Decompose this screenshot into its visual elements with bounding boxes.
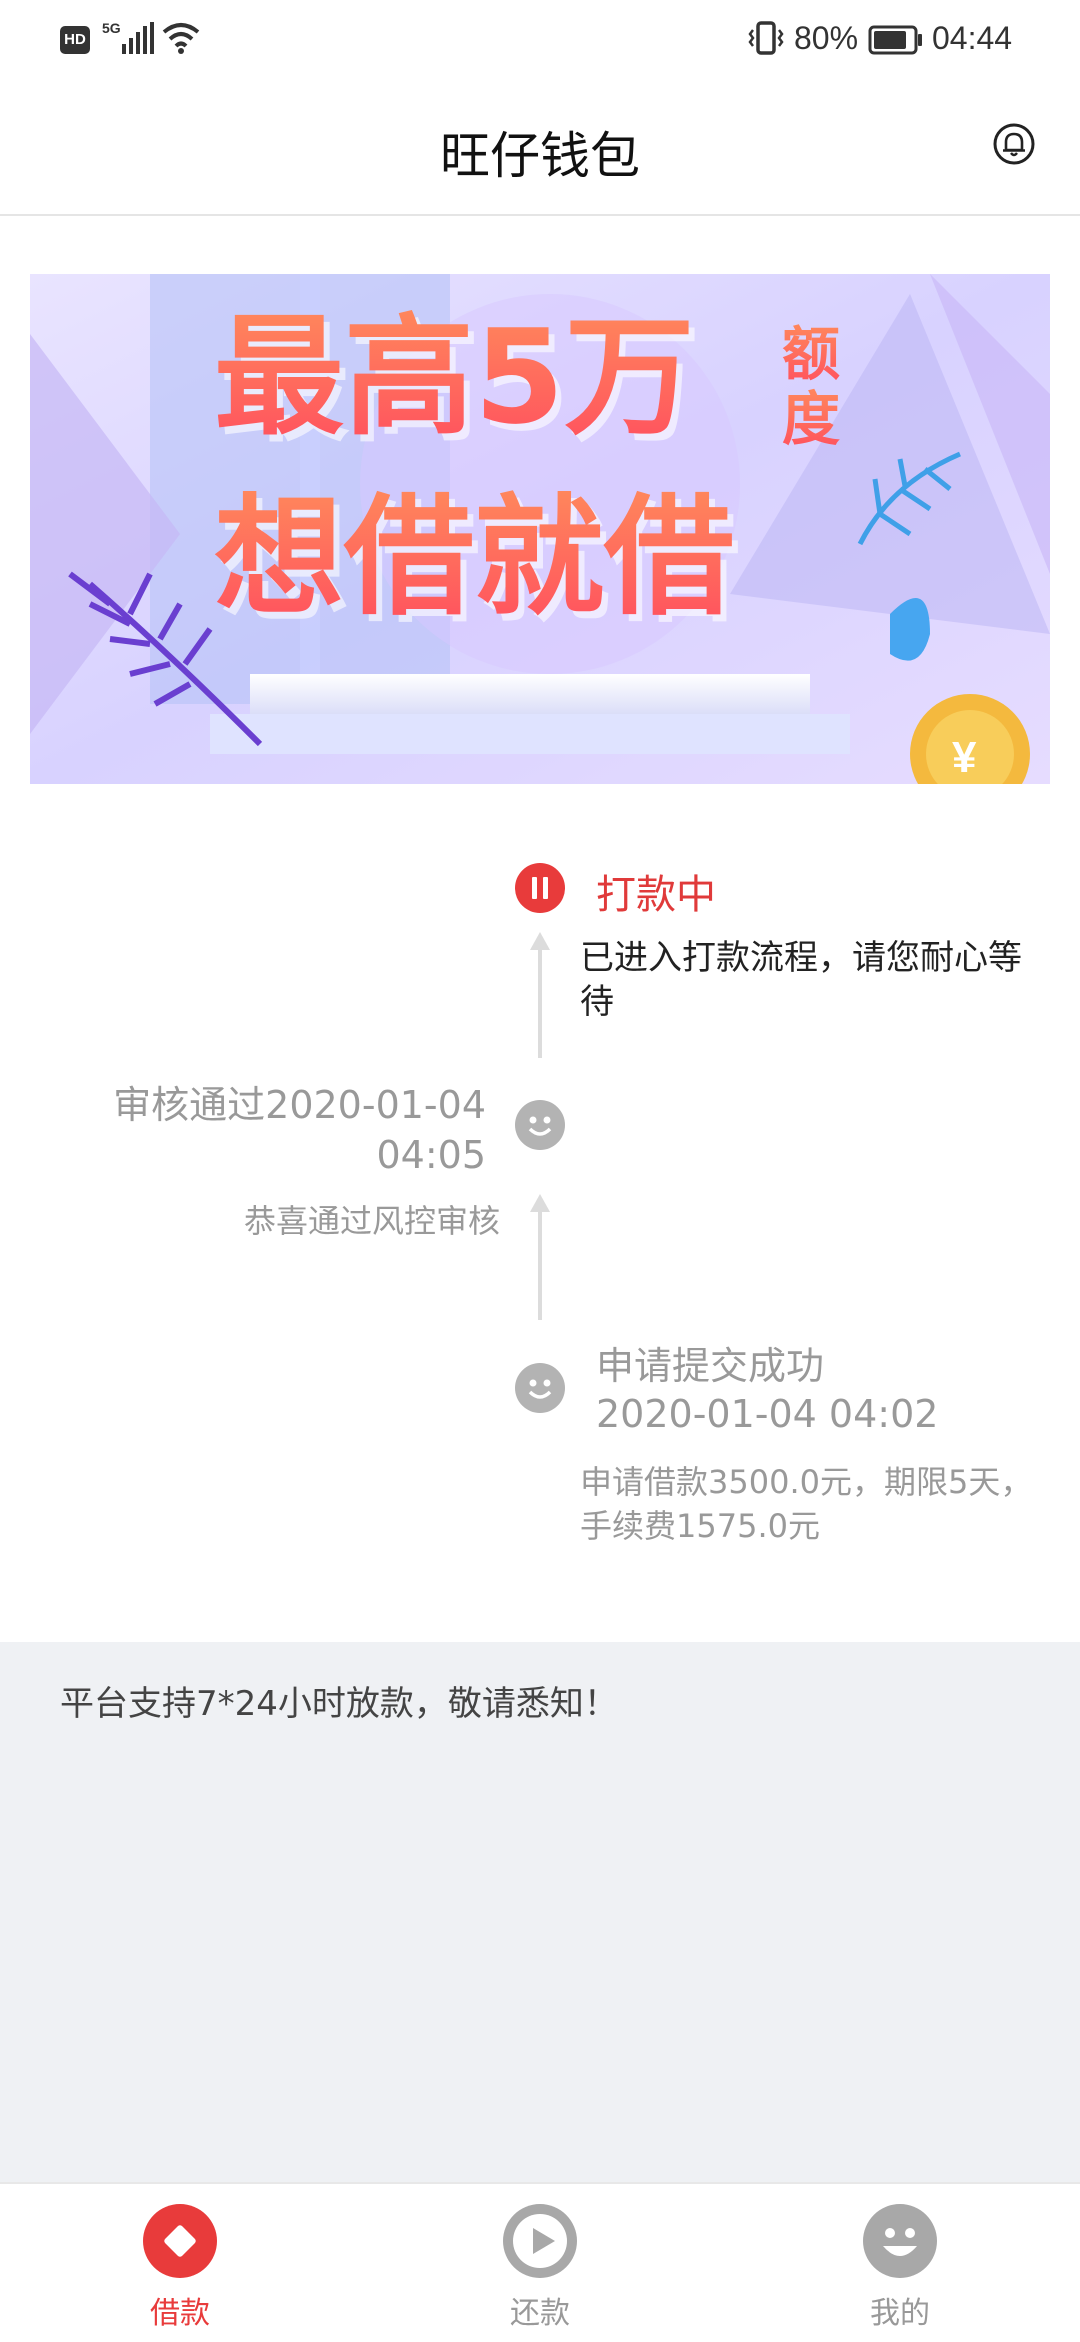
bell-icon[interactable]: [992, 122, 1036, 166]
status-bar: HD 5G 80% 04:44: [0, 0, 1080, 80]
promo-banner[interactable]: ¥ 最高5万 最高5万 额 度 想借就借 想借就借: [30, 274, 1050, 784]
vibrate-icon: [748, 21, 784, 55]
nav-mine-label: 我的: [870, 2296, 930, 2331]
step-approved-desc: 恭喜通过风控审核: [243, 1202, 500, 1240]
page-title: 旺仔钱包: [440, 127, 640, 185]
signal-icon: [122, 22, 154, 54]
play-icon: [503, 2204, 577, 2278]
diamond-icon: [143, 2204, 217, 2278]
nav-borrow-label: 借款: [150, 2296, 210, 2331]
svg-text:¥: ¥: [952, 733, 977, 782]
smiley-icon: [515, 1363, 565, 1413]
step-approved-title-line2: 04:05: [376, 1133, 486, 1177]
banner-line1-suffix-a: 额: [782, 320, 840, 388]
timeline-connector: [538, 948, 542, 1058]
nav-borrow[interactable]: 借款: [80, 2184, 280, 2342]
nav-repay-label: 还款: [510, 2296, 570, 2331]
battery-percent: 80%: [794, 20, 859, 56]
app-header: 旺仔钱包: [0, 80, 1080, 216]
step-submitted-desc: 申请借款3500.0元，期限5天，手续费1575.0元: [580, 1463, 1033, 1545]
bottom-nav: 借款 还款 我的: [0, 2182, 1080, 2342]
status-time: 04:44: [932, 20, 1013, 56]
step-processing-desc: 已进入打款流程，请您耐心等待: [580, 938, 1022, 1022]
step-approved-title: 审核通过2020-01-04 04:05: [60, 1080, 486, 1180]
pause-icon: [515, 863, 565, 913]
notice-area: 平台支持7*24小时放款，敬请悉知！: [0, 1642, 1080, 2182]
smiley-icon: [515, 1100, 565, 1150]
banner-line2: 想借就借: [214, 481, 734, 633]
smiley-icon: [863, 2204, 937, 2278]
banner-line1-suffix-b: 度: [782, 385, 840, 453]
battery-icon: [868, 25, 922, 55]
wifi-icon: [162, 23, 200, 54]
hd-badge: HD: [60, 26, 90, 54]
step-approved-title-line1: 审核通过2020-01-04: [113, 1083, 486, 1127]
step-submitted-title-line1: 申请提交成功: [596, 1344, 825, 1388]
timeline-connector: [538, 1210, 542, 1320]
step-processing-title: 打款中: [596, 872, 716, 918]
nav-repay[interactable]: 还款: [440, 2184, 640, 2342]
step-submitted-title-line2: 2020-01-04 04:02: [596, 1392, 939, 1436]
notice-text: 平台支持7*24小时放款，敬请悉知！: [60, 1684, 618, 1724]
nav-mine[interactable]: 我的: [800, 2184, 1000, 2342]
banner-art: ¥ 最高5万 最高5万 额 度 想借就借 想借就借: [30, 274, 1050, 784]
banner-line1: 最高5万: [214, 301, 694, 453]
step-submitted-title: 申请提交成功 2020-01-04 04:02: [596, 1342, 1056, 1438]
network-type: 5G: [102, 20, 121, 36]
